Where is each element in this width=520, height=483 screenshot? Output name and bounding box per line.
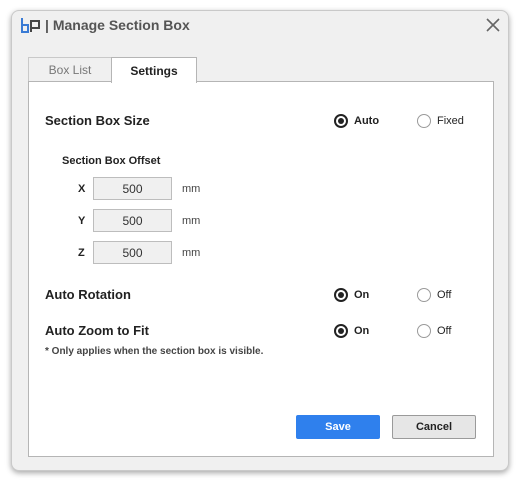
- size-auto-label: Auto: [354, 115, 380, 127]
- radio-unchecked-icon: [417, 114, 431, 128]
- section-box-offset-label: Section Box Offset: [62, 155, 161, 167]
- zoom-off-label: Off: [437, 325, 452, 337]
- tab-settings[interactable]: Settings: [111, 57, 197, 83]
- zoom-on-label: On: [354, 325, 370, 337]
- offset-z-unit: mm: [182, 247, 201, 259]
- offset-y-input[interactable]: 500: [93, 209, 172, 232]
- auto-zoom-note: * Only applies when the section box is v…: [45, 346, 264, 357]
- zoom-off-radio[interactable]: Off: [417, 324, 451, 338]
- size-fixed-radio[interactable]: Fixed: [417, 114, 464, 128]
- auto-zoom-label: Auto Zoom to Fit: [45, 323, 149, 338]
- rotation-on-label: On: [354, 289, 370, 301]
- offset-z-label: Z: [78, 247, 85, 259]
- rotation-off-radio[interactable]: Off: [417, 288, 451, 302]
- save-button[interactable]: Save: [296, 415, 380, 439]
- cancel-button[interactable]: Cancel: [392, 415, 476, 439]
- radio-checked-icon: [334, 324, 348, 338]
- window-title: | Manage Section Box: [45, 17, 190, 33]
- offset-x-label: X: [78, 183, 86, 195]
- size-auto-radio[interactable]: Auto: [334, 114, 379, 128]
- app-logo-icon: [21, 18, 40, 33]
- radio-unchecked-icon: [417, 288, 431, 302]
- offset-z-input[interactable]: 500: [93, 241, 172, 264]
- manage-section-box-dialog: | Manage Section Box Box List Settings S…: [11, 10, 509, 471]
- title-bar: | Manage Section Box: [12, 11, 508, 41]
- zoom-on-radio[interactable]: On: [334, 324, 369, 338]
- rotation-off-label: Off: [437, 289, 452, 301]
- offset-x-input[interactable]: 500: [93, 177, 172, 200]
- settings-panel: Section Box Size Auto Fixed Section Box …: [28, 81, 494, 457]
- tab-box-list[interactable]: Box List: [28, 57, 112, 82]
- auto-rotation-label: Auto Rotation: [45, 287, 131, 302]
- close-icon[interactable]: [484, 16, 502, 34]
- radio-unchecked-icon: [417, 324, 431, 338]
- rotation-on-radio[interactable]: On: [334, 288, 369, 302]
- section-box-size-label: Section Box Size: [45, 113, 150, 128]
- radio-checked-icon: [334, 114, 348, 128]
- radio-checked-icon: [334, 288, 348, 302]
- size-fixed-label: Fixed: [437, 115, 464, 127]
- offset-x-unit: mm: [182, 183, 201, 195]
- offset-y-unit: mm: [182, 215, 201, 227]
- offset-y-label: Y: [78, 215, 86, 227]
